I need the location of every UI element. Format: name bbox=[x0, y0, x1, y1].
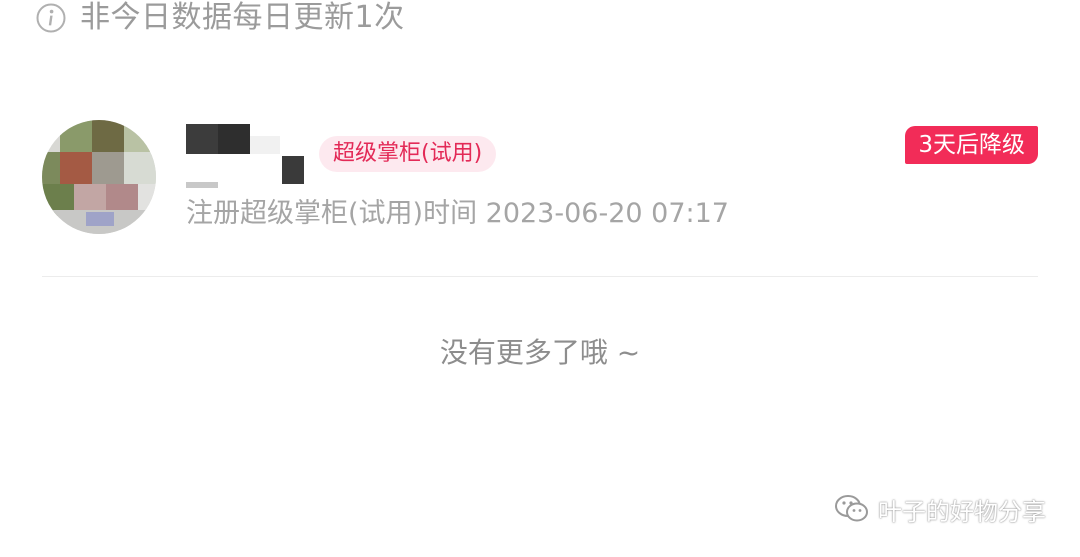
downgrade-badge: 3天后降级 bbox=[905, 126, 1038, 164]
watermark-text: 叶子的好物分享 bbox=[878, 497, 1046, 526]
member-card[interactable]: 超级掌柜(试用) 3天后降级 注册超级掌柜(试用)时间 2023-06-20 0… bbox=[42, 120, 1038, 278]
notice-text: 非今日数据每日更新1次 bbox=[80, 0, 405, 35]
data-update-notice: 非今日数据每日更新1次 bbox=[36, 0, 405, 36]
info-circle-icon bbox=[36, 3, 66, 33]
divider bbox=[42, 276, 1038, 277]
register-time: 注册超级掌柜(试用)时间 2023-06-20 07:17 bbox=[186, 198, 729, 229]
avatar bbox=[42, 120, 156, 234]
watermark: 叶子的好物分享 bbox=[834, 490, 1046, 528]
member-name-blurred bbox=[186, 122, 326, 188]
list-end-text: 没有更多了哦 ~ bbox=[439, 336, 641, 369]
wechat-icon bbox=[835, 495, 868, 522]
role-badge: 超级掌柜(试用) bbox=[319, 136, 497, 172]
